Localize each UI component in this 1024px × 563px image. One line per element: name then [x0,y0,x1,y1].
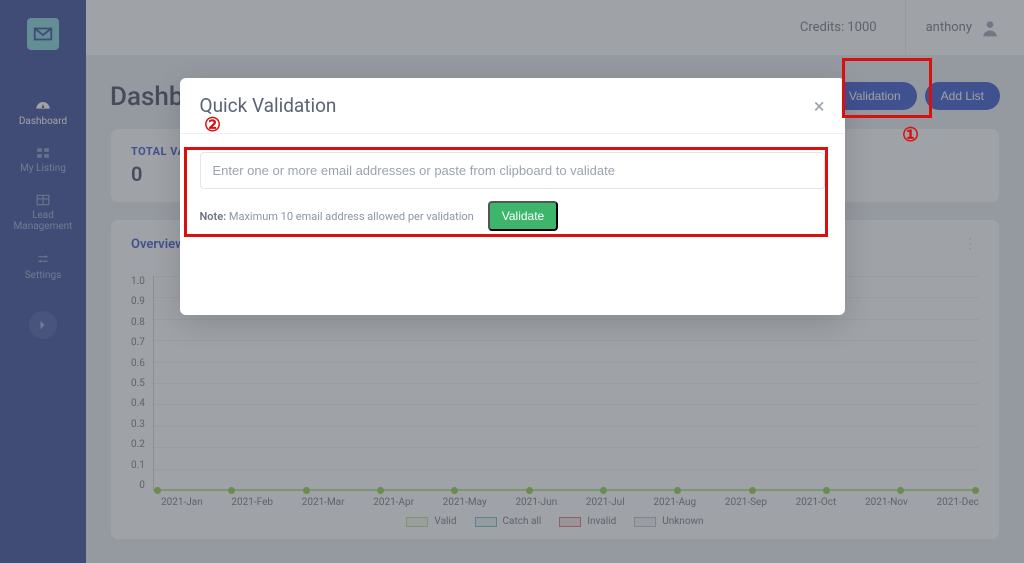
close-icon: × [814,94,825,118]
validate-button[interactable]: Validate [488,201,558,231]
annotation-label-2: ② [204,114,221,137]
quick-validation-modal: Quick Validation × Note: Maximum 10 emai… [180,78,845,315]
modal-overlay[interactable]: Quick Validation × Note: Maximum 10 emai… [0,0,1024,563]
note-text: Note: Maximum 10 email address allowed p… [200,210,474,223]
modal-close-button[interactable]: × [814,96,825,116]
note-row: Note: Maximum 10 email address allowed p… [200,201,825,231]
modal-header: Quick Validation × [180,78,845,134]
modal-body: Note: Maximum 10 email address allowed p… [180,134,845,315]
annotation-label-1: ① [902,124,919,147]
email-input[interactable] [200,152,825,189]
